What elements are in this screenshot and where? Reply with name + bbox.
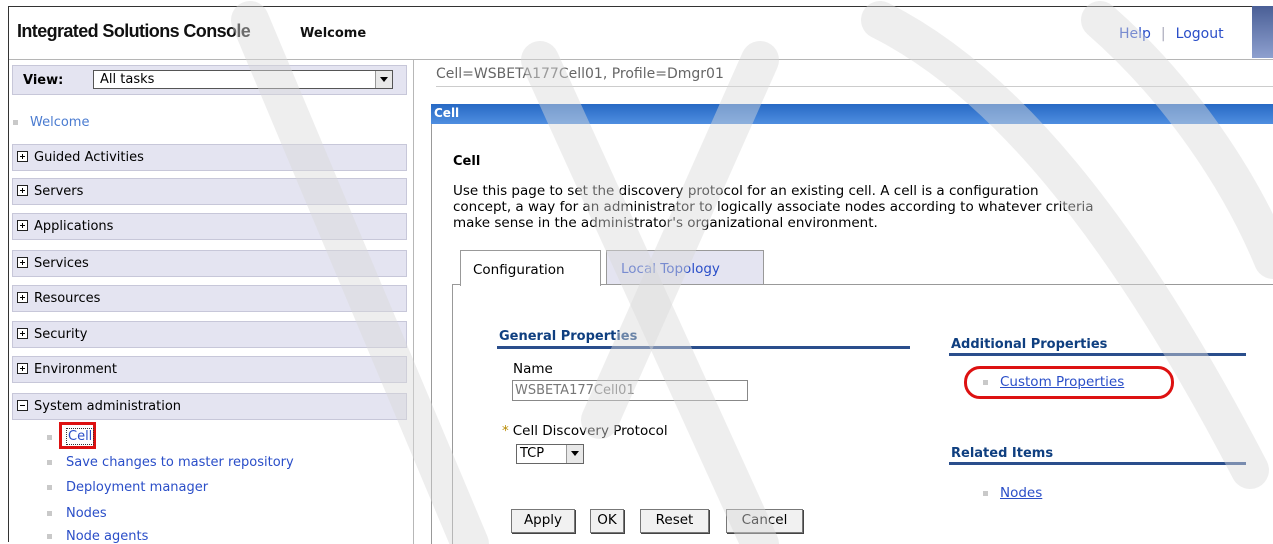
view-selector-bar: View: All tasks [12, 65, 407, 95]
nav-group-label: Servers [34, 184, 84, 199]
plus-box-icon[interactable] [17, 151, 28, 162]
nav-group-environment[interactable]: Environment [12, 356, 407, 383]
plus-box-icon[interactable] [17, 185, 28, 196]
chevron-down-icon[interactable] [375, 71, 392, 88]
additional-properties-rule [949, 353, 1246, 356]
page-title: Cell [453, 154, 481, 169]
square-bullet-icon [47, 460, 52, 465]
description-line: make sense in the administrator's organi… [453, 215, 878, 231]
protocol-label-row: * Cell Discovery Protocol [502, 423, 668, 439]
square-bullet-icon [983, 491, 988, 496]
square-bullet-icon [47, 534, 52, 539]
nav-item-cell-label: Cell [66, 428, 95, 445]
name-field[interactable]: WSBETA177Cell01 [512, 380, 748, 401]
nav-item-node-agents[interactable]: Node agents [47, 529, 148, 544]
square-bullet-icon [47, 435, 52, 440]
square-bullet-icon [47, 511, 52, 516]
nav-group-guided-activities[interactable]: Guided Activities [12, 144, 407, 171]
apply-button[interactable]: Apply [511, 509, 575, 533]
chevron-down-icon[interactable] [566, 445, 583, 463]
navigation-panel: View: All tasks Welcome Guided Activitie… [9, 60, 414, 544]
nav-group-label: Environment [34, 362, 118, 377]
view-label: View: [23, 73, 64, 88]
tab-label: Local Topology [621, 261, 720, 277]
cancel-button[interactable]: Cancel [726, 509, 803, 533]
reset-button[interactable]: Reset [640, 509, 709, 533]
minus-box-icon[interactable] [17, 400, 28, 411]
console-brand: Integrated Solutions Console [17, 21, 251, 41]
page-description: Use this page to set the discovery proto… [453, 183, 1273, 231]
nav-group-applications[interactable]: Applications [12, 213, 407, 240]
plus-box-icon[interactable] [17, 292, 28, 303]
nodes-link[interactable]: Nodes [1000, 485, 1042, 501]
nav-group-label: Services [34, 256, 89, 271]
tab-configuration[interactable]: Configuration [460, 250, 601, 286]
nav-group-label: Security [34, 327, 88, 342]
tab-local-topology[interactable]: Local Topology [606, 250, 764, 284]
nav-group-security[interactable]: Security [12, 321, 407, 348]
breadcrumb-divider [436, 86, 1273, 87]
logout-link[interactable]: Logout [1176, 26, 1224, 42]
nav-group-label: Guided Activities [34, 150, 144, 165]
nav-item-label: Deployment manager [66, 480, 209, 495]
required-marker: * [502, 423, 509, 439]
plus-box-icon[interactable] [17, 328, 28, 339]
nav-group-system-administration[interactable]: System administration [12, 393, 407, 420]
protocol-label: Cell Discovery Protocol [512, 423, 668, 439]
links-separator: | [1160, 26, 1166, 42]
nav-group-services[interactable]: Services [12, 250, 407, 277]
nav-item-deployment-manager[interactable]: Deployment manager [47, 480, 208, 495]
general-properties-heading: General Properties [499, 329, 638, 344]
nav-item-label: Nodes [66, 506, 107, 521]
nav-item-nodes[interactable]: Nodes [47, 506, 107, 521]
nav-item-save-changes[interactable]: Save changes to master repository [47, 455, 294, 470]
general-properties-rule [497, 346, 910, 349]
nav-item-label: Node agents [66, 529, 149, 544]
nav-group-label: Resources [34, 291, 101, 306]
nav-group-label: System administration [34, 399, 182, 414]
square-bullet-icon [47, 485, 52, 490]
cell-highlight-box[interactable]: Cell [59, 422, 96, 449]
nav-item-label: Save changes to master repository [66, 455, 294, 470]
view-select-value: All tasks [100, 72, 155, 87]
breadcrumb: Cell=WSBETA177Cell01, Profile=Dmgr01 [436, 66, 724, 82]
plus-box-icon[interactable] [17, 257, 28, 268]
console-header: Integrated Solutions Console Welcome Hel… [9, 7, 1273, 60]
nav-group-label: Applications [34, 219, 114, 234]
welcome-label: Welcome [300, 26, 367, 41]
header-accent [1252, 6, 1273, 58]
ok-button[interactable]: OK [590, 509, 624, 533]
name-field-value: WSBETA177Cell01 [515, 383, 635, 398]
top-links: Help | Logout [1119, 26, 1224, 42]
plus-box-icon[interactable] [17, 363, 28, 374]
help-link[interactable]: Help [1119, 26, 1151, 42]
related-items-rule [949, 462, 1246, 465]
protocol-select[interactable]: TCP [516, 444, 584, 464]
plus-box-icon[interactable] [17, 220, 28, 231]
portlet-title-bar: Cell [431, 104, 1273, 124]
nodes-item: Nodes [983, 485, 1042, 501]
view-select[interactable]: All tasks [93, 70, 393, 89]
tab-label: Configuration [473, 262, 565, 278]
description-line: concept, a way for an administrator to l… [453, 199, 1094, 215]
additional-properties-heading: Additional Properties [951, 337, 1108, 352]
related-items-heading: Related Items [951, 446, 1054, 461]
custom-properties-highlight [964, 366, 1174, 399]
tab-body [452, 285, 1273, 544]
description-line: Use this page to set the discovery proto… [453, 183, 1039, 199]
nav-welcome-label: Welcome [30, 115, 90, 130]
protocol-select-value: TCP [520, 446, 545, 461]
nav-group-resources[interactable]: Resources [12, 285, 407, 312]
nav-welcome-link[interactable]: Welcome [13, 115, 89, 130]
portlet-title: Cell [434, 106, 460, 120]
name-label: Name [513, 361, 553, 377]
square-bullet-icon [13, 120, 18, 125]
nav-group-servers[interactable]: Servers [12, 178, 407, 205]
